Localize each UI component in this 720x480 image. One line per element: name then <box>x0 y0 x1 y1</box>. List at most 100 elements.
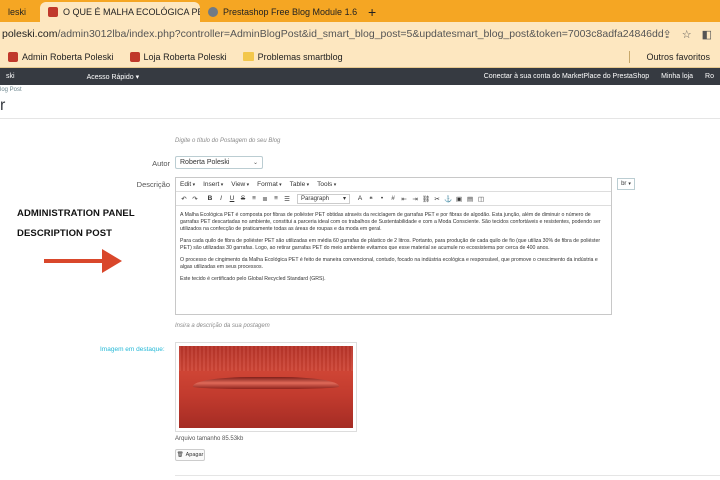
title-hint: Digite o título do Postagem do seu Blog <box>175 138 281 144</box>
author-label: Autor <box>152 159 170 168</box>
align-justify-icon[interactable]: ☰ <box>282 194 292 204</box>
bold-icon[interactable]: B <box>205 194 215 204</box>
editor-content[interactable]: A Malha Ecológica PET é composta por fib… <box>176 206 611 294</box>
align-left-icon[interactable]: ≡ <box>249 194 259 204</box>
editor-menubar: Edit Insert View Format Table Tools <box>176 178 611 192</box>
code-icon[interactable]: ◫ <box>476 194 486 204</box>
description-hint: Insira a descrição da sua postagem <box>175 323 270 329</box>
folder-icon <box>242 52 254 61</box>
italic-icon[interactable]: I <box>216 194 226 204</box>
address-bar[interactable]: poleski.com/admin3012lba/index.php?contr… <box>0 22 720 46</box>
favicon-icon <box>208 7 218 17</box>
file-info: Arquivo tamanho 85.53kb <box>175 436 244 442</box>
divider <box>175 475 720 476</box>
share-icon[interactable]: ⇪ <box>663 28 672 41</box>
browser-tab-1[interactable]: leski <box>0 2 40 22</box>
menu-view[interactable]: View <box>231 181 249 188</box>
bookmark-label: Loja Roberta Poleski <box>143 51 227 62</box>
user-menu[interactable]: Ro <box>699 73 720 80</box>
arrow-right-icon <box>44 249 122 273</box>
tab-label: O QUE É MALHA ECOLÓGICA PET ? <box>63 7 200 17</box>
featured-image-label: Imagem em destaque: <box>100 346 165 353</box>
bookmark-item[interactable]: Problemas smartblog <box>235 52 351 62</box>
link-icon[interactable]: ⛓ <box>421 194 431 204</box>
bookmark-label: Problemas smartblog <box>257 51 343 62</box>
font-color-icon[interactable]: A <box>355 194 365 204</box>
browser-tab-strip: leski O QUE É MALHA ECOLÓGICA PET ? ✕ Pr… <box>0 0 720 22</box>
page-title: r <box>0 97 6 114</box>
new-tab-button[interactable]: + <box>360 4 384 22</box>
content-paragraph: Para cada quilo de fibra de poliéster PE… <box>180 238 601 251</box>
other-favorites[interactable]: Outros favoritos <box>629 50 720 63</box>
bookmarks-bar: Admin Roberta Poleski Loja Roberta Poles… <box>0 46 720 68</box>
divider <box>201 194 204 204</box>
undo-icon[interactable]: ↶ <box>179 194 189 204</box>
bookmark-item[interactable]: Loja Roberta Poleski <box>122 51 235 62</box>
unlink-icon[interactable]: ✂ <box>432 194 442 204</box>
numbered-list-icon[interactable]: # <box>388 194 398 204</box>
trash-icon: 🗑 <box>176 452 184 458</box>
breadcrumb[interactable]: log Post <box>0 87 22 93</box>
tab-label: Prestashop Free Blog Module 1.6 & <box>223 7 360 17</box>
image-icon[interactable]: ▣ <box>454 194 464 204</box>
browser-tab-2[interactable]: O QUE É MALHA ECOLÓGICA PET ? ✕ <box>40 2 200 22</box>
description-label: Descrição <box>136 180 170 189</box>
url-field[interactable]: poleski.com/admin3012lba/index.php?contr… <box>2 28 663 40</box>
blockquote-icon[interactable]: ❝ <box>366 194 376 204</box>
marketplace-link[interactable]: Conectar à sua conta do MarketPlace do P… <box>478 73 655 80</box>
featured-image <box>175 342 357 432</box>
admin-top-bar: ski Acesso Rápido ▾ Conectar à sua conta… <box>0 68 720 85</box>
align-center-icon[interactable]: ≣ <box>260 194 270 204</box>
favicon-icon <box>129 51 140 62</box>
featured-image-photo <box>179 346 353 428</box>
align-right-icon[interactable]: ≡ <box>271 194 281 204</box>
url-path: /admin3012lba/index.php?controller=Admin… <box>57 28 663 40</box>
browser-tab-3[interactable]: Prestashop Free Blog Module 1.6 & ✕ <box>200 2 360 22</box>
outdent-icon[interactable]: ⇤ <box>399 194 409 204</box>
indent-icon[interactable]: ⇥ <box>410 194 420 204</box>
anchor-icon[interactable]: ⚓ <box>443 194 453 204</box>
favicon-icon <box>48 7 58 17</box>
editor-toolbar: ↶ ↷ B I U S ≡ ≣ ≡ ☰ Paragraph ▾ A ❝ • # … <box>176 192 611 206</box>
format-select[interactable]: Paragraph ▾ <box>297 193 351 204</box>
tab-label: leski <box>8 7 27 17</box>
favicon-icon <box>8 51 18 62</box>
media-icon[interactable]: ▤ <box>465 194 475 204</box>
chevron-down-icon: ⌄ <box>252 160 258 166</box>
annotation-line-2: DESCRIPTION POST <box>17 228 113 239</box>
menu-insert[interactable]: Insert <box>203 181 223 188</box>
chevron-down-icon: ▾ <box>628 181 631 187</box>
underline-icon[interactable]: U <box>227 194 237 204</box>
author-select[interactable]: Roberta Poleski ⌄ <box>175 156 263 169</box>
other-favorites-label: Outros favoritos <box>646 51 710 62</box>
divider <box>629 50 631 63</box>
admin-logo-text: ski <box>6 73 15 80</box>
bookmark-label: Admin Roberta Poleski <box>22 51 114 62</box>
annotation-line-1: ADMINISTRATION PANEL <box>17 208 135 219</box>
menu-table[interactable]: Table <box>290 181 309 188</box>
divider <box>351 194 354 204</box>
star-icon[interactable]: ☆ <box>682 28 692 41</box>
menu-format[interactable]: Format <box>257 181 282 188</box>
my-shop-link[interactable]: Minha loja <box>655 73 699 80</box>
menu-tools[interactable]: Tools <box>317 181 336 188</box>
strikethrough-icon[interactable]: S <box>238 194 248 204</box>
extension-icon[interactable]: ◧ <box>702 28 712 41</box>
url-host: poleski.com <box>2 28 58 40</box>
rich-text-editor[interactable]: Edit Insert View Format Table Tools ↶ ↷ … <box>175 177 612 315</box>
bullet-list-icon[interactable]: • <box>377 194 387 204</box>
delete-image-button[interactable]: 🗑 Apagar <box>175 449 205 461</box>
format-value: Paragraph <box>301 195 330 202</box>
quick-access-menu[interactable]: Acesso Rápido ▾ <box>81 73 146 81</box>
content-paragraph: A Malha Ecológica PET é composta por fib… <box>180 212 601 232</box>
page-header: log Post r <box>0 85 720 119</box>
author-value: Roberta Poleski <box>180 159 230 166</box>
content-paragraph: O processo de cingimento da Malha Ecológ… <box>180 257 598 270</box>
bookmark-item[interactable]: Admin Roberta Poleski <box>0 51 122 62</box>
redo-icon[interactable]: ↷ <box>190 194 200 204</box>
chevron-down-icon: ▾ <box>343 196 347 202</box>
content-paragraph: Este tecido é certificado pelo Global Re… <box>180 276 326 282</box>
menu-edit[interactable]: Edit <box>180 181 195 188</box>
divider <box>293 194 296 204</box>
language-select[interactable]: br ▾ <box>617 178 635 190</box>
